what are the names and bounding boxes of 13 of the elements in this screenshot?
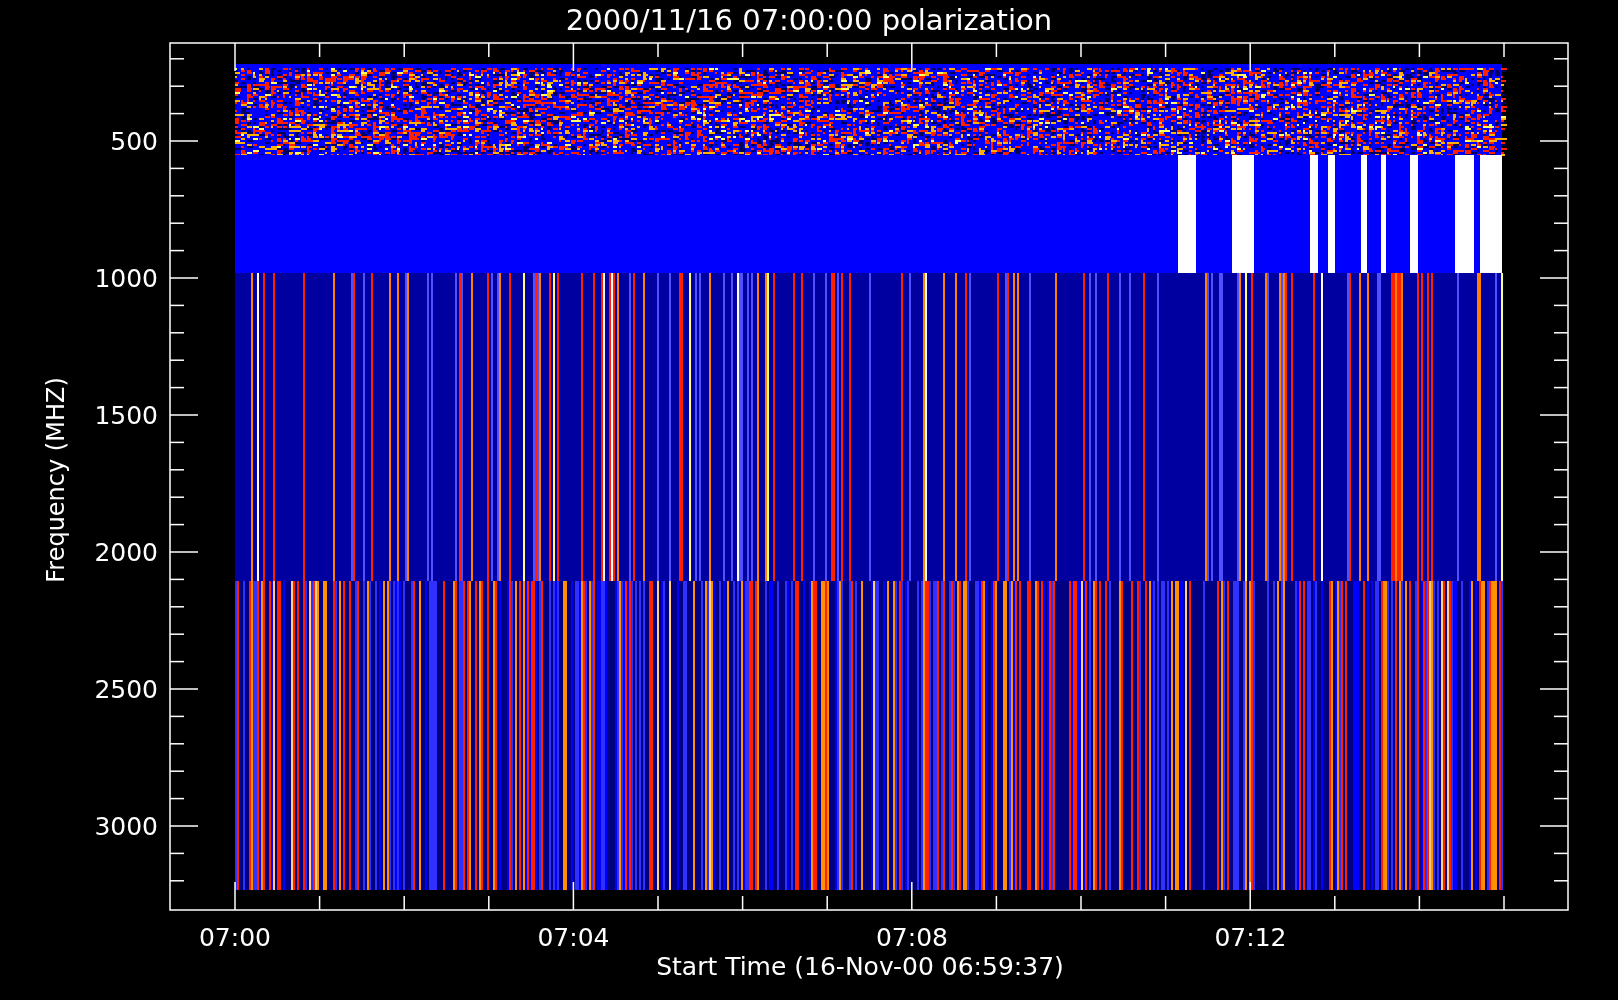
x-tick-label: 07:08: [876, 923, 948, 952]
x-tick-label: 07:12: [1214, 923, 1287, 952]
x-axis-label: Start Time (16-Nov-00 06:59:37): [656, 952, 1064, 981]
y-axis-label: Frequency (MHZ): [42, 377, 70, 583]
y-tick-label: 500: [110, 127, 158, 156]
y-tick-label: 1000: [94, 264, 158, 293]
chart-title: 2000/11/16 07:00:00 polarization: [565, 3, 1053, 37]
x-tick-label: 07:00: [199, 923, 271, 952]
y-tick-label: 2500: [94, 675, 158, 704]
y-tick-label: 2000: [94, 538, 158, 567]
x-tick-label: 07:04: [537, 923, 610, 952]
y-tick-label: 1500: [94, 401, 158, 430]
y-tick-label: 3000: [94, 812, 158, 841]
